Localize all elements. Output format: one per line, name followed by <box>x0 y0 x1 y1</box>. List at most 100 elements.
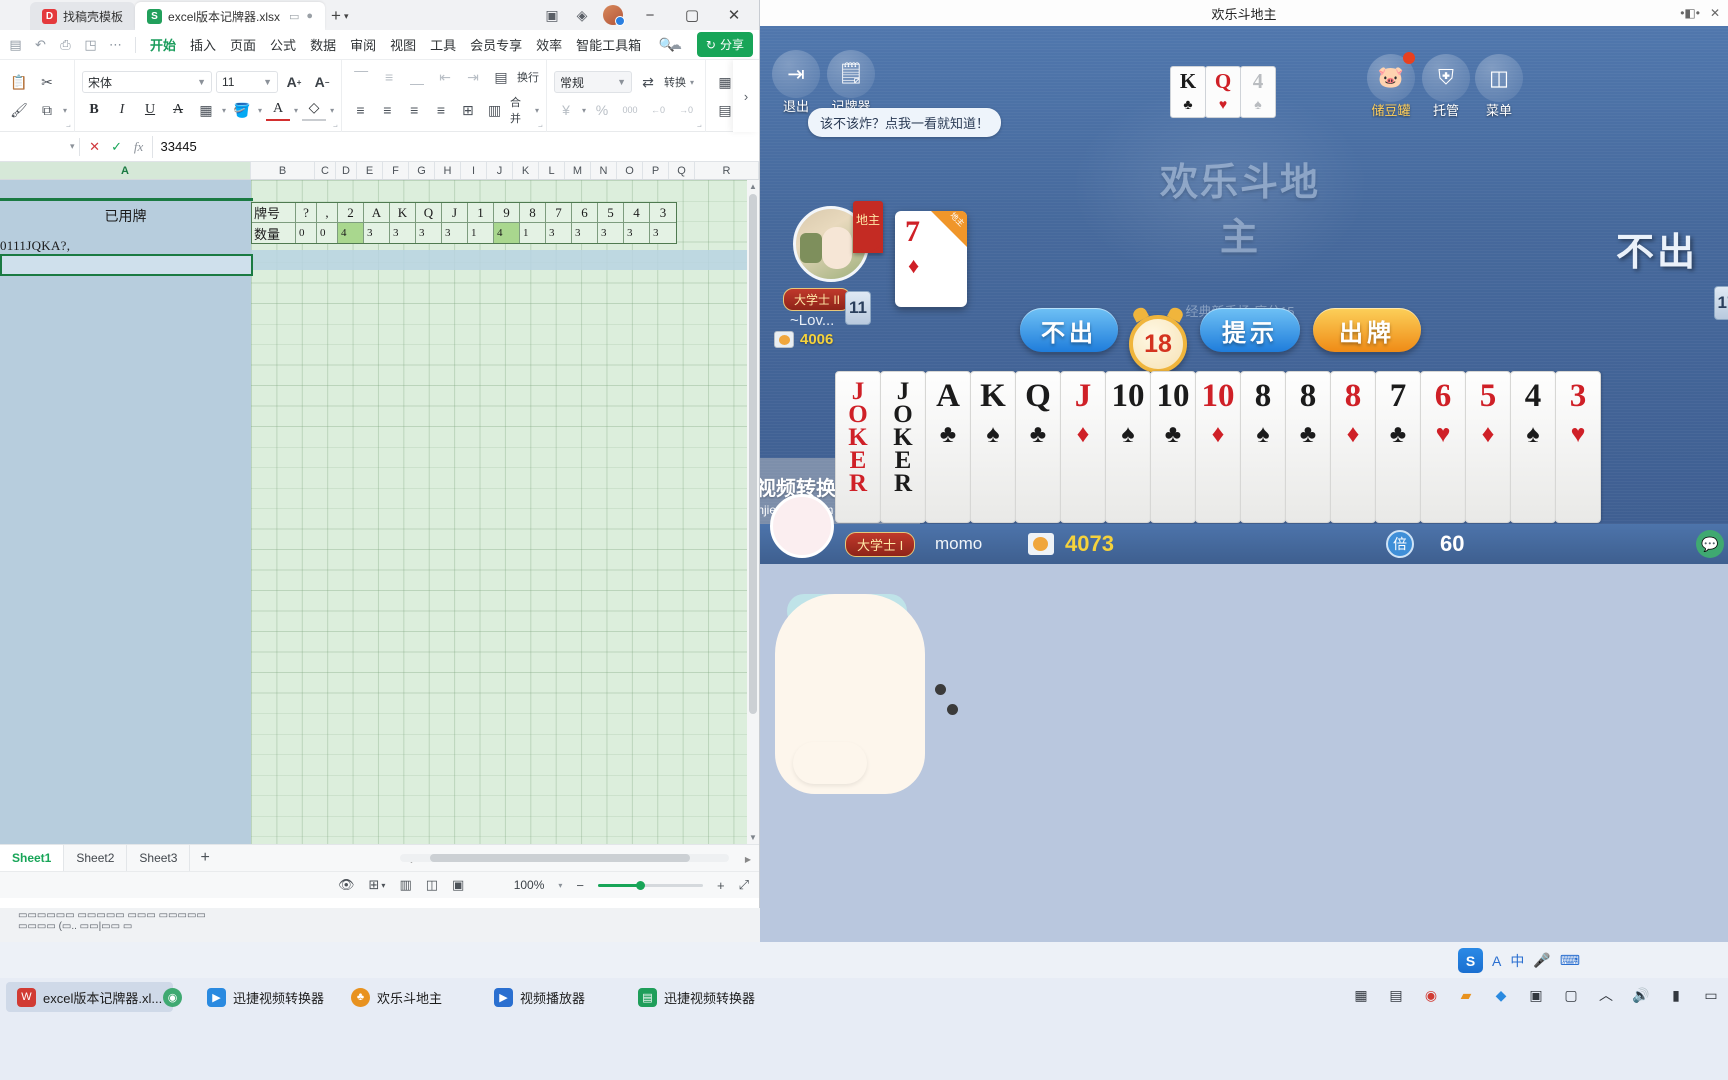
cell-count[interactable]: 4 <box>338 223 364 243</box>
paste-icon[interactable]: 📋 <box>7 71 31 93</box>
cell-count[interactable]: 3 <box>598 223 624 243</box>
new-tab-button[interactable]: + ▾ <box>325 2 354 30</box>
ribbon-expand-button[interactable]: › <box>733 60 759 132</box>
calendar-icon[interactable]: ▤ <box>1385 984 1407 1006</box>
more-quick-access-icon[interactable]: ⋯ <box>104 33 127 56</box>
hand-card[interactable]: K ♠ <box>970 371 1016 523</box>
cell-count[interactable]: 3 <box>650 223 676 243</box>
column-header-P[interactable]: P <box>643 162 669 179</box>
hand-card[interactable]: Q ♣ <box>1015 371 1061 523</box>
folder-icon[interactable]: ▰ <box>1455 984 1477 1006</box>
cell-card[interactable]: J <box>442 203 468 223</box>
cell-count[interactable]: 3 <box>546 223 572 243</box>
hand-card[interactable]: 10 ♦ <box>1195 371 1241 523</box>
borders-icon[interactable]: ▦ <box>194 99 218 121</box>
chat-icon[interactable]: 💬 <box>1696 530 1724 558</box>
column-header-M[interactable]: M <box>565 162 591 179</box>
ime-indicator[interactable]: S A 中 🎤 ⌨ <box>1458 948 1580 973</box>
print-preview-icon[interactable]: ◳ <box>79 33 102 56</box>
update-icon[interactable]: ◆ <box>1490 984 1512 1006</box>
menu-item-data[interactable]: 数据 <box>304 31 342 58</box>
cell-count[interactable]: 3 <box>442 223 468 243</box>
auto-play-button[interactable]: ⛨ 托管 <box>1420 54 1472 119</box>
column-header-B[interactable]: B <box>251 162 315 179</box>
column-header-A[interactable]: A <box>0 162 251 179</box>
monitor-icon[interactable]: ▭ <box>289 10 299 23</box>
zoom-level[interactable]: 100% <box>514 878 545 892</box>
menu-item-smart-toolbox[interactable]: 智能工具箱 <box>570 31 647 58</box>
cell-count[interactable]: 3 <box>572 223 598 243</box>
vertical-scrollbar[interactable]: ▲ ▼ <box>747 180 759 844</box>
pass-button[interactable]: 不出 <box>1020 308 1118 352</box>
cell-card[interactable]: K <box>390 203 416 223</box>
column-header-Q[interactable]: Q <box>669 162 695 179</box>
volume-icon[interactable]: 🔊 <box>1630 984 1652 1006</box>
highlight-color-icon[interactable]: ◇ <box>302 99 327 121</box>
taskbar-item-browser[interactable]: ◉ <box>152 982 200 1012</box>
maximize-button[interactable]: ▢ <box>677 6 707 24</box>
currency-icon[interactable]: ¥ <box>554 99 578 121</box>
column-header-N[interactable]: N <box>591 162 617 179</box>
hand-card[interactable]: 5 ♦ <box>1465 371 1511 523</box>
copy-icon[interactable]: ⧉ <box>35 99 59 121</box>
text-direction-icon[interactable]: ⊞ <box>456 99 479 121</box>
menu-item-view[interactable]: 视图 <box>384 31 422 58</box>
chevron-down-icon[interactable]: ▾ <box>294 106 298 115</box>
keyboard-icon[interactable]: ⌨ <box>1560 952 1580 969</box>
shield-icon[interactable]: ◉ <box>1420 984 1442 1006</box>
globe-icon[interactable]: ◈ <box>573 6 591 24</box>
cell-card[interactable]: 5 <box>598 203 624 223</box>
normal-view-icon[interactable]: ▥ <box>399 877 411 893</box>
cell-count[interactable]: 3 <box>624 223 650 243</box>
scroll-down-arrow-icon[interactable]: ▼ <box>747 833 759 842</box>
align-center-icon[interactable]: ≡ <box>376 99 399 121</box>
align-right-icon[interactable]: ≡ <box>403 99 426 121</box>
chevron-down-icon[interactable]: ▾ <box>558 881 562 890</box>
chevron-down-icon[interactable]: ▾ <box>330 106 334 115</box>
hand-card[interactable]: 8 ♦ <box>1330 371 1376 523</box>
hand-card[interactable]: 3 ♥ <box>1555 371 1601 523</box>
column-header-F[interactable]: F <box>383 162 409 179</box>
mic-icon[interactable]: 🎤 <box>1533 952 1550 969</box>
font-size-select[interactable]: 11 ▼ <box>216 71 279 93</box>
cell-card[interactable]: A <box>364 203 390 223</box>
taskbar-item-game[interactable]: ♣ 欢乐斗地主 <box>340 982 453 1012</box>
add-sheet-button[interactable]: + <box>190 849 219 867</box>
hand-card[interactable]: A ♣ <box>925 371 971 523</box>
column-header-O[interactable]: O <box>617 162 643 179</box>
cell-card[interactable]: , <box>317 203 338 223</box>
increase-indent-icon[interactable]: ⇥ <box>461 66 485 88</box>
print-icon[interactable]: ⎙ <box>54 33 77 56</box>
fill-color-icon[interactable]: 🪣 <box>230 99 254 121</box>
percent-icon[interactable]: % <box>590 99 614 121</box>
column-header-E[interactable]: E <box>357 162 383 179</box>
chevron-down-icon[interactable]: ▾ <box>344 11 349 22</box>
chevron-down-icon[interactable]: ▾ <box>70 141 75 152</box>
sheet-tab-sheet1[interactable]: Sheet1 <box>0 844 65 872</box>
taskbar-item-converter[interactable]: ▶ 迅捷视频转换器 <box>196 982 335 1012</box>
cell-count[interactable]: 1 <box>520 223 546 243</box>
accept-formula-icon[interactable]: ✓ <box>106 139 128 155</box>
formula-input[interactable]: 33445 <box>151 135 759 158</box>
menu-item-formula[interactable]: 公式 <box>264 31 302 58</box>
scroll-up-arrow-icon[interactable]: ▲ <box>747 182 759 191</box>
bold-button[interactable]: B <box>82 99 106 121</box>
hint-button[interactable]: 提示 <box>1200 308 1300 352</box>
cell-card[interactable]: ? <box>296 203 317 223</box>
cut-icon[interactable]: ✂ <box>35 71 59 93</box>
sheet-tab-sheet3[interactable]: Sheet3 <box>127 844 191 872</box>
taskbar-item-converter2[interactable]: ▤ 迅捷视频转换器 <box>627 982 766 1012</box>
network-icon[interactable]: ▮ <box>1665 984 1687 1006</box>
cell-count[interactable]: 0 <box>317 223 338 243</box>
menu-item-insert[interactable]: 插入 <box>184 31 222 58</box>
cell-card[interactable]: Q <box>416 203 442 223</box>
cell-card[interactable]: 4 <box>624 203 650 223</box>
dot-icon[interactable]: ● <box>306 10 313 22</box>
zoom-in-button[interactable]: + <box>717 878 725 893</box>
cell-count[interactable]: 0 <box>296 223 317 243</box>
font-color-icon[interactable]: A <box>266 99 291 121</box>
tab-excel-file[interactable]: S excel版本记牌器.xlsx ▭ ● <box>135 2 326 30</box>
cell-count[interactable]: 3 <box>416 223 442 243</box>
hand-card[interactable]: 7 ♣ <box>1375 371 1421 523</box>
menu-button[interactable]: ◫ 菜单 <box>1473 54 1525 119</box>
